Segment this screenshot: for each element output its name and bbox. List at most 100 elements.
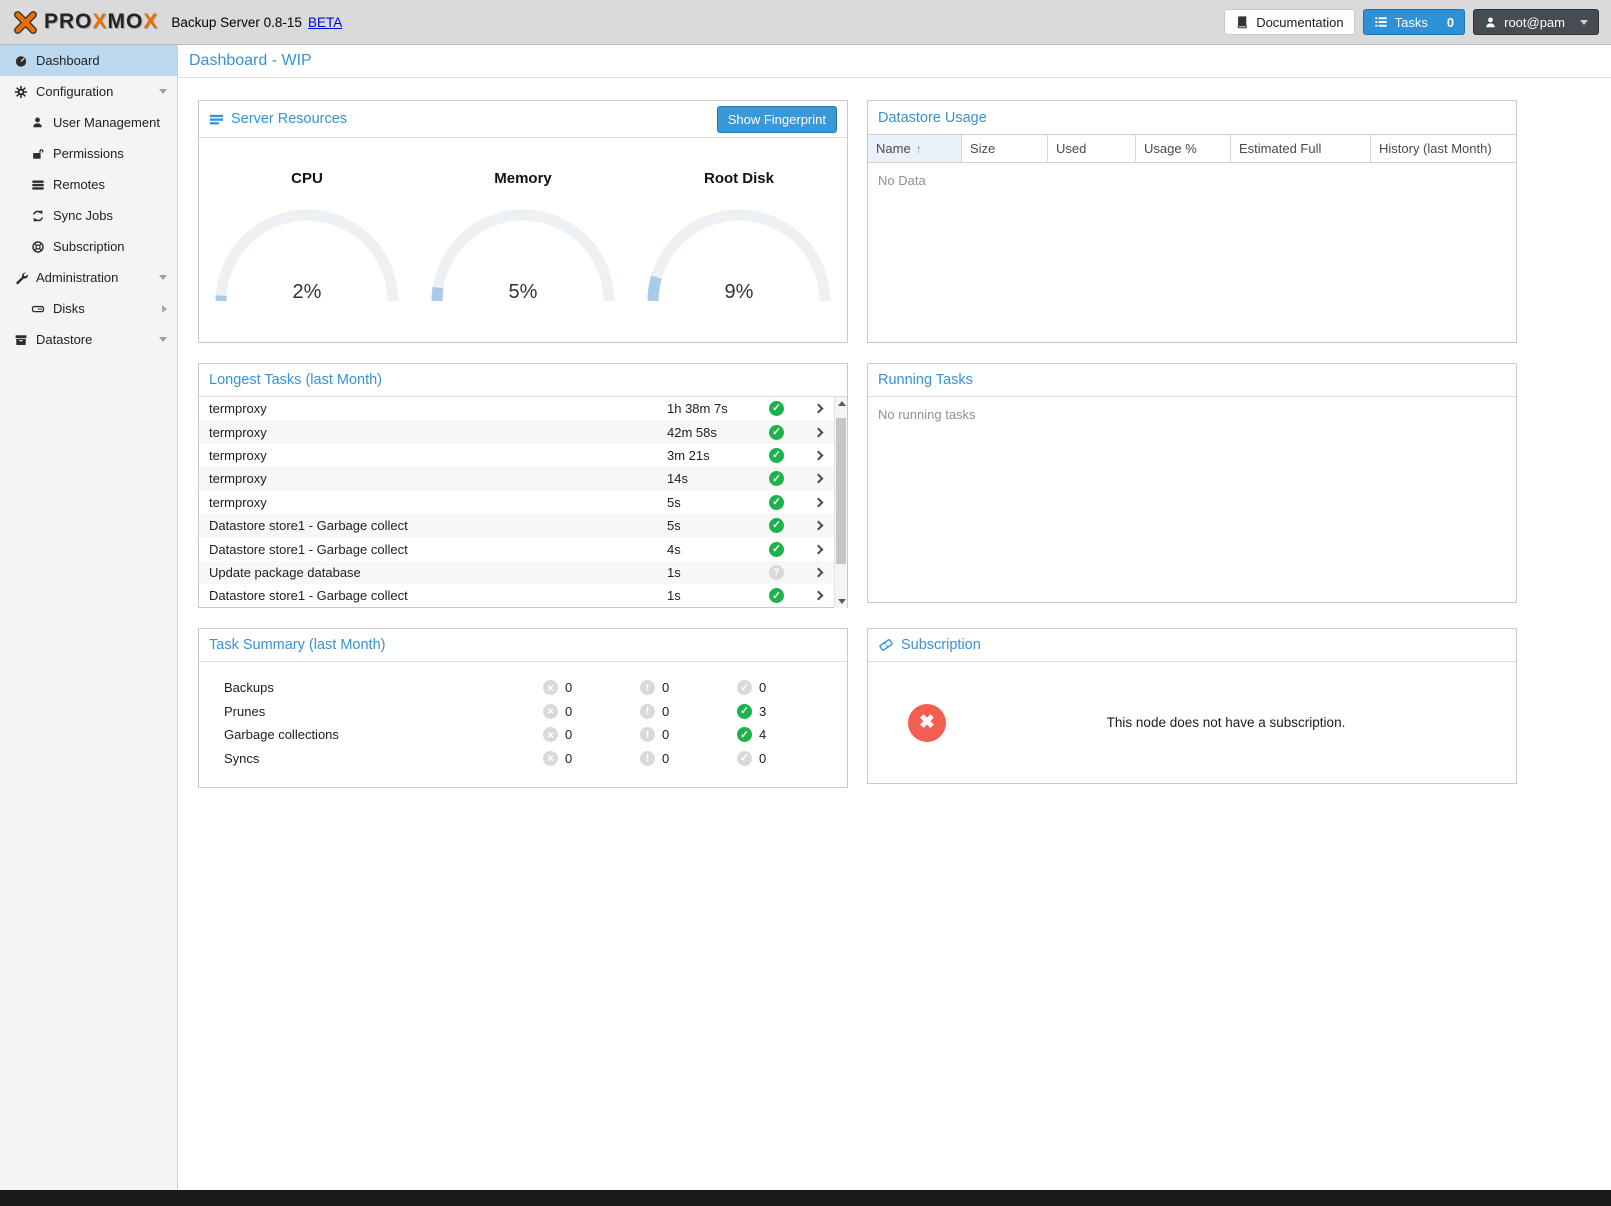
proxmox-x-logo-icon [12, 9, 39, 36]
column-header-size[interactable]: Size [962, 135, 1048, 162]
scroll-down-arrow[interactable] [838, 599, 846, 604]
sidebar-item-label: Administration [36, 270, 118, 285]
error-count-icon [543, 704, 558, 719]
task-status-icon [769, 401, 784, 416]
error-count-icon [543, 680, 558, 695]
top-header-bar: PROXMOX Backup Server 0.8-15 BETA Docume… [0, 0, 1611, 45]
server-resources-header: Server Resources Show Fingerprint [199, 101, 847, 138]
sidebar-item-label: Remotes [53, 177, 105, 192]
sidebar-item-label: User Management [53, 115, 160, 130]
open-task-button[interactable] [803, 546, 834, 553]
panel-title: Server Resources [231, 111, 347, 127]
open-task-button[interactable] [803, 522, 834, 529]
product-version-label: Backup Server 0.8-15 [171, 15, 302, 30]
sidebar-item-permissions[interactable]: Permissions [0, 138, 177, 169]
main-content: Dashboard - WIP Server Resources Show Fi… [178, 45, 1611, 1190]
gauge-label: CPU [199, 170, 415, 187]
task-row[interactable]: Update package database1s [199, 561, 834, 584]
open-task-button[interactable] [803, 429, 834, 436]
task-status-icon [769, 471, 784, 486]
sidebar-item-subscription[interactable]: Subscription [0, 231, 177, 262]
disks-icon [29, 302, 46, 316]
page-title: Dashboard - WIP [189, 52, 312, 70]
task-status-icon [769, 425, 784, 440]
chevron-right-icon [814, 544, 824, 554]
sidebar-item-configuration[interactable]: Configuration [0, 76, 177, 107]
sidebar-item-remotes[interactable]: Remotes [0, 169, 177, 200]
user-icon [1484, 16, 1497, 29]
sidebar-item-sync-jobs[interactable]: Sync Jobs [0, 200, 177, 231]
chevron-right-icon [814, 474, 824, 484]
task-row[interactable]: termproxy14s [199, 467, 834, 490]
ok-count-icon [737, 680, 752, 695]
page-title-bar: Dashboard - WIP [178, 45, 1611, 78]
memory-gauge: Memory 5% [415, 138, 631, 312]
warning-count-icon [640, 680, 655, 695]
no-running-tasks-text: No running tasks [868, 397, 1516, 432]
no-subscription-icon: ✖ [908, 704, 946, 742]
panel-title: Subscription [901, 637, 981, 653]
svg-text:9%: 9% [725, 281, 754, 303]
show-fingerprint-button[interactable]: Show Fingerprint [717, 106, 837, 133]
warning-count: 0 [662, 727, 669, 742]
scrollbar-thumb[interactable] [836, 418, 846, 564]
sidebar-item-dashboard[interactable]: Dashboard [0, 45, 177, 76]
column-header-name[interactable]: Name↑ [868, 135, 962, 162]
task-row[interactable]: Datastore store1 - Garbage collect5s [199, 514, 834, 537]
task-row[interactable]: Datastore store1 - Garbage collect1s [199, 584, 834, 607]
column-header-used[interactable]: Used [1048, 135, 1136, 162]
tasks-button[interactable]: Tasks 0 [1363, 9, 1465, 35]
ok-count: 0 [759, 680, 766, 695]
error-count-icon [543, 727, 558, 742]
column-header-history[interactable]: History (last Month) [1371, 135, 1516, 162]
no-data-text: No Data [868, 163, 1516, 198]
error-count: 0 [565, 704, 572, 719]
vertical-scrollbar[interactable] [834, 397, 847, 608]
longest-tasks-panel: Longest Tasks (last Month) termproxy1h 3… [198, 363, 848, 608]
warning-count: 0 [662, 704, 669, 719]
chevron-right-icon [814, 521, 824, 531]
task-summary-panel: Task Summary (last Month) Backups 0 0 0 … [198, 628, 848, 788]
task-row[interactable]: termproxy5s [199, 491, 834, 514]
sidebar-item-datastore[interactable]: Datastore [0, 324, 177, 355]
sidebar-item-disks[interactable]: Disks [0, 293, 177, 324]
user-menu-button[interactable]: root@pam [1473, 9, 1599, 35]
task-row[interactable]: Datastore store1 - Garbage collect4s [199, 537, 834, 560]
documentation-button[interactable]: Documentation [1224, 9, 1354, 35]
error-count: 0 [565, 680, 572, 695]
running-tasks-header: Running Tasks [868, 364, 1516, 397]
cogs-icon [12, 85, 29, 99]
open-task-button[interactable] [803, 499, 834, 506]
sidebar-item-label: Dashboard [36, 53, 100, 68]
column-header-estimated-full[interactable]: Estimated Full [1231, 135, 1371, 162]
open-task-button[interactable] [803, 592, 834, 599]
ok-count-icon [737, 751, 752, 766]
memory-gauge-arc: 5% [423, 201, 623, 307]
column-header-usage[interactable]: Usage % [1136, 135, 1231, 162]
ok-count: 0 [759, 751, 766, 766]
task-row[interactable]: termproxy3m 21s [199, 444, 834, 467]
chevron-down-icon [159, 275, 167, 280]
warning-count: 0 [662, 680, 669, 695]
chevron-right-icon [162, 305, 167, 313]
task-status-icon [769, 588, 784, 603]
scroll-up-arrow[interactable] [838, 401, 846, 406]
subscription-message: This node does not have a subscription. [946, 715, 1506, 730]
beta-link[interactable]: BETA [308, 15, 342, 30]
open-task-button[interactable] [803, 452, 834, 459]
task-row[interactable]: termproxy1h 38m 7s [199, 397, 834, 420]
chevron-down-icon [159, 337, 167, 342]
tasks-label: Tasks [1395, 15, 1428, 30]
sidebar-item-administration[interactable]: Administration [0, 262, 177, 293]
task-row[interactable]: termproxy42m 58s [199, 420, 834, 443]
book-icon [1235, 15, 1249, 29]
open-task-button[interactable] [803, 475, 834, 482]
sidebar-item-user-management[interactable]: User Management [0, 107, 177, 138]
ticket-icon [878, 637, 894, 653]
open-task-button[interactable] [803, 569, 834, 576]
datastore-usage-header: Datastore Usage [868, 101, 1516, 134]
sidebar-item-label: Sync Jobs [53, 208, 113, 223]
cpu-gauge-arc: 2% [207, 201, 407, 307]
open-task-button[interactable] [803, 405, 834, 412]
chevron-down-icon [159, 89, 167, 94]
